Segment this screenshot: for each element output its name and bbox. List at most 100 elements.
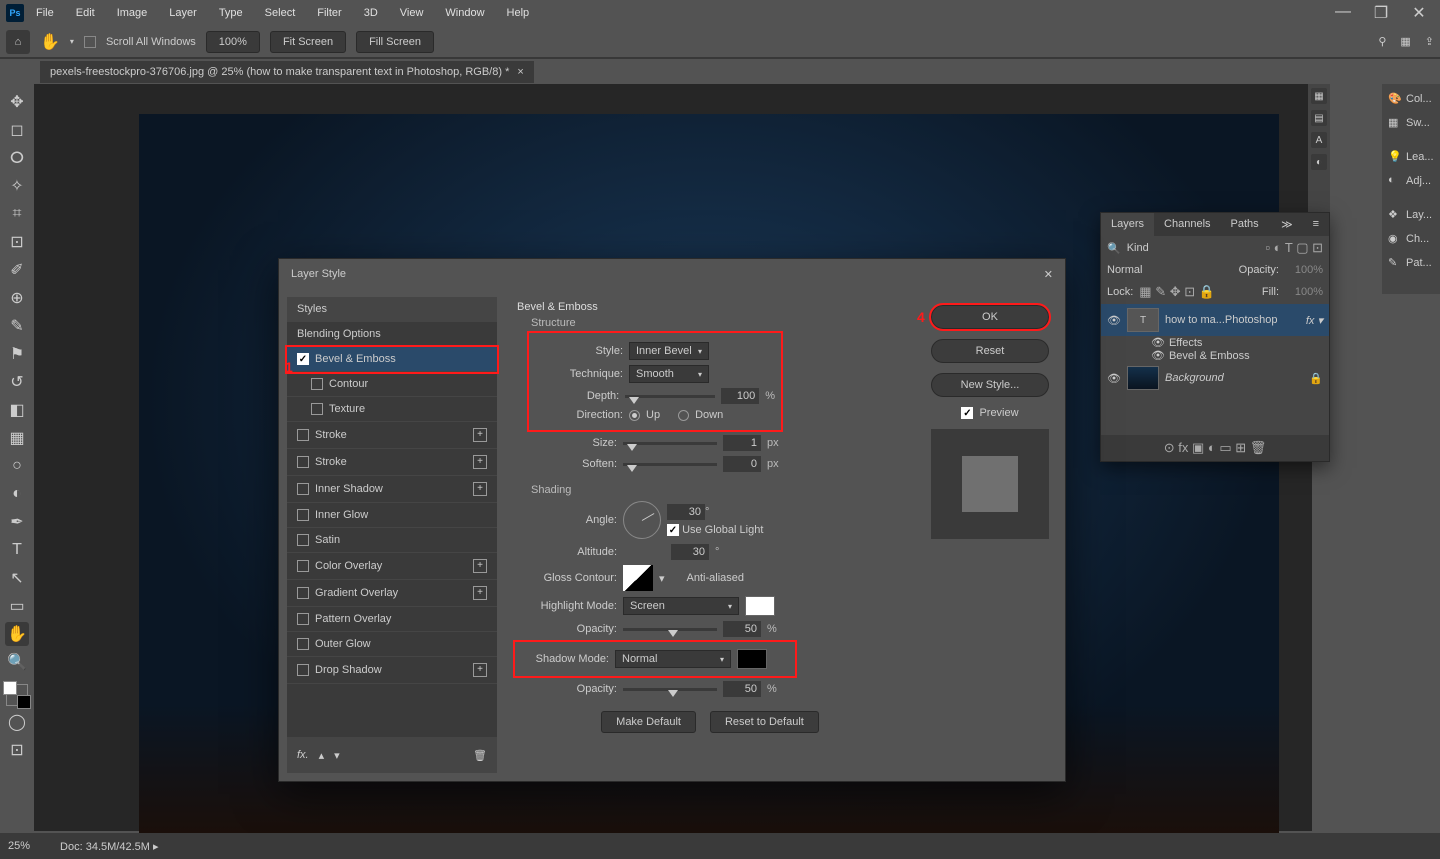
document-tab[interactable]: pexels-freestockpro-376706.jpg @ 25% (ho… — [40, 61, 534, 83]
arrange-icon[interactable]: ▦ — [1400, 35, 1410, 48]
channels-tab[interactable]: ◉Ch... — [1386, 228, 1436, 250]
brush-tool[interactable]: ✎ — [5, 314, 29, 338]
menu-image[interactable]: Image — [107, 3, 158, 23]
blur-tool[interactable]: ○ — [5, 454, 29, 478]
layer-background[interactable]: 👁 Background 🔒 — [1101, 362, 1329, 394]
size-slider[interactable] — [623, 442, 717, 445]
visibility-icon[interactable]: 👁 — [1107, 314, 1121, 327]
reset-button[interactable]: Reset — [931, 339, 1049, 363]
menu-edit[interactable]: Edit — [66, 3, 105, 23]
menu-type[interactable]: Type — [209, 3, 253, 23]
paths-tab[interactable]: ✎Pat... — [1386, 252, 1436, 274]
zoom-status[interactable]: 25% — [8, 840, 30, 852]
stroke-item-2[interactable]: Stroke+ — [287, 449, 497, 476]
pattern-overlay-item[interactable]: Pattern Overlay — [287, 607, 497, 632]
swatches-panel[interactable]: ▦Sw... — [1386, 112, 1436, 134]
gradient-overlay-item[interactable]: Gradient Overlay+ — [287, 580, 497, 607]
gloss-contour-picker[interactable] — [623, 565, 653, 591]
lasso-tool[interactable]: ⵔ — [5, 146, 29, 170]
maximize-button[interactable]: ❐ — [1366, 3, 1396, 23]
sh-opacity-input[interactable] — [723, 681, 761, 697]
angle-dial[interactable] — [623, 501, 661, 539]
shadow-mode-select[interactable]: Normal▾ — [615, 650, 731, 668]
depth-slider[interactable] — [625, 395, 715, 398]
adjustments-panel[interactable]: ◐Adj... — [1386, 170, 1436, 192]
menu-filter[interactable]: Filter — [307, 3, 351, 23]
panel-icon[interactable]: ▤ — [1311, 110, 1327, 126]
move-tool[interactable]: ✥ — [5, 90, 29, 114]
inner-shadow-item[interactable]: Inner Shadow+ — [287, 476, 497, 503]
channels-tab[interactable]: Channels — [1154, 213, 1220, 236]
highlight-mode-select[interactable]: Screen▾ — [623, 597, 739, 615]
visibility-icon[interactable]: 👁 — [1107, 372, 1121, 385]
fx-icon[interactable]: fx. — [297, 749, 309, 761]
soften-slider[interactable] — [623, 463, 717, 466]
altitude-input[interactable] — [671, 544, 709, 560]
technique-select[interactable]: Smooth▾ — [629, 365, 709, 383]
eraser-tool[interactable]: ◧ — [5, 398, 29, 422]
highlight-color[interactable] — [745, 596, 775, 616]
sh-opacity-slider[interactable] — [623, 688, 717, 691]
menu-file[interactable]: File — [26, 3, 64, 23]
angle-input[interactable] — [667, 504, 705, 520]
pen-tool[interactable]: ✒ — [5, 510, 29, 534]
history-brush-tool[interactable]: ↺ — [5, 370, 29, 394]
shadow-color[interactable] — [737, 649, 767, 669]
eyedropper-tool[interactable]: ✐ — [5, 258, 29, 282]
outer-glow-item[interactable]: Outer Glow — [287, 632, 497, 657]
bevel-effect[interactable]: 👁Bevel & Emboss — [1101, 349, 1329, 362]
satin-item[interactable]: Satin — [287, 528, 497, 553]
collapse-icon[interactable]: ≫ — [1271, 213, 1303, 236]
mask-mode[interactable]: ◯ — [5, 710, 29, 734]
menu-select[interactable]: Select — [255, 3, 306, 23]
inner-glow-item[interactable]: Inner Glow — [287, 503, 497, 528]
menu-3d[interactable]: 3D — [354, 3, 388, 23]
hand-icon[interactable]: ✋ — [40, 32, 60, 52]
hand-tool[interactable]: ✋ — [5, 622, 29, 646]
home-icon[interactable]: ⌂ — [6, 30, 30, 54]
new-style-button[interactable]: New Style... — [931, 373, 1049, 397]
soften-input[interactable] — [723, 456, 761, 472]
direction-up-radio[interactable] — [629, 410, 640, 421]
hl-opacity-slider[interactable] — [623, 628, 717, 631]
share-icon[interactable]: ⇪ — [1425, 35, 1434, 48]
healing-tool[interactable]: ⊕ — [5, 286, 29, 310]
drop-shadow-item[interactable]: Drop Shadow+ — [287, 657, 497, 684]
search-icon[interactable]: ⚲ — [1378, 35, 1386, 48]
scroll-all-checkbox[interactable] — [84, 36, 96, 48]
contour-item[interactable]: Contour — [287, 372, 497, 397]
marquee-tool[interactable]: ◻ — [5, 118, 29, 142]
gradient-tool[interactable]: ▦ — [5, 426, 29, 450]
dodge-tool[interactable]: ◐ — [5, 482, 29, 506]
layers-tab[interactable]: Layers — [1101, 213, 1154, 236]
opacity-value[interactable]: 100% — [1285, 264, 1323, 276]
tab-close-icon[interactable]: × — [517, 66, 523, 78]
hl-opacity-input[interactable] — [723, 621, 761, 637]
stamp-tool[interactable]: ⚑ — [5, 342, 29, 366]
zoom-tool[interactable]: 🔍 — [5, 650, 29, 674]
layer-text[interactable]: 👁 T how to ma...Photoshop fx ▾ — [1101, 304, 1329, 336]
panel-icon[interactable]: ▦ — [1311, 88, 1327, 104]
quick-select-tool[interactable]: ✧ — [5, 174, 29, 198]
preview-checkbox[interactable]: ✓ — [961, 407, 973, 419]
fill-value[interactable]: 100% — [1285, 286, 1323, 298]
color-panel[interactable]: 🎨Col... — [1386, 88, 1436, 110]
path-tool[interactable]: ↖ — [5, 566, 29, 590]
minimize-button[interactable]: — — [1328, 3, 1358, 23]
type-tool[interactable]: T — [5, 538, 29, 562]
stroke-item[interactable]: Stroke+ — [287, 422, 497, 449]
zoom-button[interactable]: 100% — [206, 31, 260, 53]
style-select[interactable]: Inner Bevel▾ — [629, 342, 709, 360]
shape-tool[interactable]: ▭ — [5, 594, 29, 618]
layers-tab[interactable]: ❖Lay... — [1386, 204, 1436, 226]
panel-icon[interactable]: ◐ — [1311, 154, 1327, 170]
screen-mode[interactable]: ⊡ — [5, 738, 29, 762]
dialog-close-icon[interactable]: ✕ — [1044, 268, 1053, 281]
color-swatches[interactable] — [6, 684, 28, 706]
make-default-button[interactable]: Make Default — [601, 711, 696, 733]
fit-screen-button[interactable]: Fit Screen — [270, 31, 346, 53]
menu-view[interactable]: View — [390, 3, 434, 23]
paths-tab[interactable]: Paths — [1221, 213, 1269, 236]
learn-panel[interactable]: 💡Lea... — [1386, 146, 1436, 168]
reset-default-button[interactable]: Reset to Default — [710, 711, 819, 733]
